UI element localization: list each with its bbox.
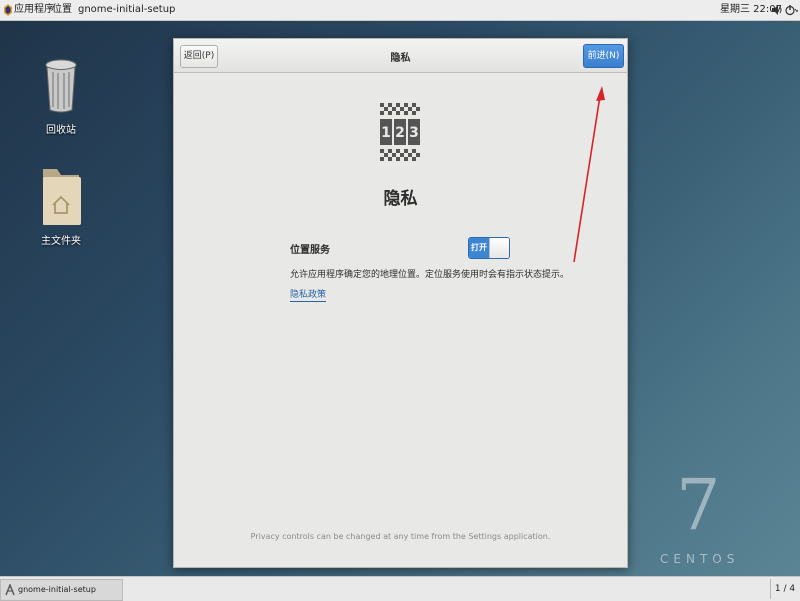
- setup-app-icon: [5, 584, 15, 596]
- taskbar-window-label: gnome-initial-setup: [18, 585, 96, 594]
- annotation-arrow: [573, 86, 605, 263]
- workspace-indicator[interactable]: 1 / 4: [770, 579, 799, 599]
- taskbar-window-button[interactable]: gnome-initial-setup: [0, 579, 123, 601]
- bottom-panel: gnome-initial-setup 1 / 4: [0, 576, 800, 601]
